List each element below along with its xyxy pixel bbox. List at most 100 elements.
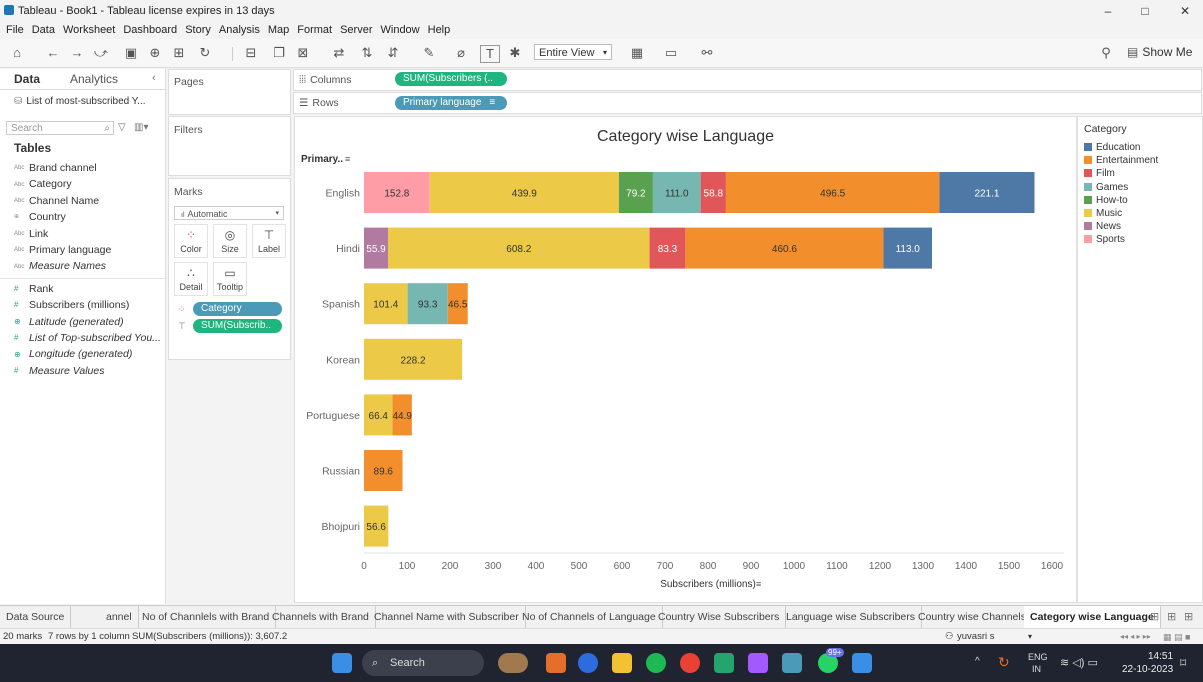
chevron-down-icon[interactable]: ▾: [1028, 629, 1032, 645]
field-list-of-top-subscribed-you-[interactable]: # List of Top-subscribed You...: [14, 330, 161, 346]
forward-arrow-icon[interactable]: →: [68, 45, 86, 61]
pin-icon[interactable]: ✱: [506, 45, 524, 61]
filter-icon[interactable]: ▽: [118, 122, 126, 133]
menu-item-analysis[interactable]: Analysis: [219, 24, 260, 36]
columns-pill[interactable]: SUM(Subscribers (..: [395, 72, 507, 86]
redo-icon[interactable]: ⤻: [92, 45, 110, 61]
user-name[interactable]: yuvasri s: [957, 629, 994, 645]
field-longitude-generated-[interactable]: ⊕ Longitude (generated): [14, 346, 132, 362]
wifi-volume-battery-icons[interactable]: ≋ ◁) ▭: [1060, 656, 1098, 669]
app-icon[interactable]: [546, 653, 566, 673]
menu-item-story[interactable]: Story: [185, 24, 211, 36]
spotify-icon[interactable]: [646, 653, 666, 673]
sheet-tab-category-wise-language[interactable]: Category wise Language: [1024, 606, 1161, 628]
legend-item-music[interactable]: Music: [1084, 207, 1122, 220]
sheet-tab-no-of-channlels-with-brand[interactable]: No of Channlels with Brand: [136, 606, 277, 628]
new-story-tab-icon[interactable]: ⊞: [1184, 610, 1193, 623]
sync-icon[interactable]: ↻: [998, 654, 1010, 671]
figma-icon[interactable]: [748, 653, 768, 673]
sort-ascending-icon[interactable]: ⇅: [358, 45, 376, 61]
mark-type-select[interactable]: ıl Automatic ▾: [174, 206, 284, 220]
menu-item-worksheet[interactable]: Worksheet: [63, 24, 115, 36]
sheet-tab-country-wise-subscribers[interactable]: Country Wise Subscribers: [652, 606, 787, 628]
legend-item-education[interactable]: Education: [1084, 141, 1140, 154]
legend-item-entertainment[interactable]: Entertainment: [1084, 154, 1158, 167]
filters-shelf[interactable]: Filters: [168, 116, 291, 176]
refresh-icon[interactable]: ↻: [196, 45, 214, 61]
sheet-tab-channels-with-brand[interactable]: Channels with Brand: [266, 606, 376, 628]
tableau-taskbar-icon[interactable]: [782, 653, 802, 673]
sort-descending-icon[interactable]: ⇵: [384, 45, 402, 61]
maximize-button[interactable]: □: [1130, 2, 1160, 20]
fit-select[interactable]: Entire View ▾: [534, 44, 612, 60]
sheet-tab-channel-name-with-subscriber[interactable]: Channel Name with Subscriber: [368, 606, 526, 628]
swap-icon[interactable]: ⇄: [330, 45, 348, 61]
field-latitude-generated-[interactable]: ⊕ Latitude (generated): [14, 314, 124, 330]
sheet-tab-no-of-channels-of-language[interactable]: No of Channels of Language: [516, 606, 663, 628]
file-explorer-icon[interactable]: [612, 653, 632, 673]
presentation-icon[interactable]: ▭: [662, 45, 680, 61]
weather-widget-icon[interactable]: [498, 653, 528, 673]
new-datasource-icon[interactable]: ⊕: [146, 45, 164, 61]
grid-view-icon[interactable]: ▦ ▤ ■: [1163, 629, 1190, 645]
language-ENG[interactable]: ENG: [1028, 652, 1048, 662]
share-icon[interactable]: ⚯: [698, 45, 716, 61]
taskbar-search[interactable]: ⌕ Search: [362, 650, 484, 676]
field-channel-name[interactable]: Abc Channel Name: [14, 193, 99, 209]
search-input[interactable]: Search ⌕: [6, 121, 114, 135]
group-icon[interactable]: ⌀: [452, 45, 470, 61]
pages-shelf[interactable]: Pages: [168, 69, 291, 115]
sheet-tab-language-wise-subscribers[interactable]: Language wise Subscribers: [780, 606, 922, 628]
pin-panel-icon[interactable]: ⚲: [1097, 45, 1115, 61]
new-dashboard-tab-icon[interactable]: ⊞: [1167, 610, 1176, 623]
new-worksheet-icon[interactable]: ⊟: [242, 45, 260, 61]
collapse-chevron-icon[interactable]: ‹: [152, 72, 156, 84]
field-country[interactable]: ⊕ Country: [14, 209, 66, 225]
zoom-icon[interactable]: [578, 653, 598, 673]
tab-navigation-icon[interactable]: ◂◂ ◂ ▸ ▸▸: [1120, 629, 1151, 645]
view-options-icon[interactable]: ▥▾: [134, 122, 148, 133]
chrome-icon[interactable]: [680, 653, 700, 673]
new-worksheet-tab-icon[interactable]: ⊞: [1150, 610, 1159, 623]
labels-icon[interactable]: T: [480, 45, 500, 63]
field-brand-channel[interactable]: Abc Brand channel: [14, 160, 97, 176]
highlight-icon[interactable]: ✎: [420, 45, 438, 61]
home-icon[interactable]: ⌂: [8, 45, 26, 61]
save-icon[interactable]: ▣: [122, 45, 140, 61]
language-IN[interactable]: IN: [1032, 664, 1041, 674]
field-primary-language[interactable]: Abc Primary language: [14, 242, 111, 258]
columns-shelf[interactable]: ⦙⦙⦙ Columns SUM(Subscribers (..: [293, 69, 1202, 91]
show-cards-icon[interactable]: ▦: [628, 45, 646, 61]
field-rank[interactable]: # Rank: [14, 281, 54, 297]
menu-item-file[interactable]: File: [6, 24, 24, 36]
field-link[interactable]: Abc Link: [14, 226, 48, 242]
notification-icon[interactable]: ⌑: [1180, 656, 1186, 670]
notepad-icon[interactable]: [852, 653, 872, 673]
sum-subscribers-pill[interactable]: SUM(Subscrib..: [193, 319, 282, 333]
size-button[interactable]: ◎ Size: [213, 224, 247, 258]
legend-item-how-to[interactable]: How-to: [1084, 194, 1128, 207]
category-pill[interactable]: Category: [193, 302, 282, 316]
tooltip-button[interactable]: ▭ Tooltip: [213, 262, 247, 296]
menu-item-server[interactable]: Server: [340, 24, 372, 36]
tab-data[interactable]: Data: [14, 69, 40, 89]
rows-shelf[interactable]: ☰ Rows Primary language ≡: [293, 92, 1202, 114]
field-category[interactable]: Abc Category: [14, 176, 72, 192]
menu-item-data[interactable]: Data: [32, 24, 55, 36]
duplicate-icon[interactable]: ❐: [270, 45, 288, 61]
pause-updates-icon[interactable]: ⊞: [170, 45, 188, 61]
label-button[interactable]: ⊤ Label: [252, 224, 286, 258]
minimize-button[interactable]: –: [1093, 2, 1123, 20]
sheet-tab-annel[interactable]: annel: [100, 606, 139, 628]
show-me-button[interactable]: ▤ Show Me: [1127, 45, 1192, 59]
app-icon[interactable]: [714, 653, 734, 673]
datasource-name[interactable]: ⛁ List of most-subscribed Y...: [14, 96, 146, 107]
legend-item-news[interactable]: News: [1084, 220, 1121, 233]
menu-item-dashboard[interactable]: Dashboard: [123, 24, 177, 36]
sheet-tab-data-source[interactable]: Data Source: [0, 606, 72, 628]
menu-item-help[interactable]: Help: [428, 24, 451, 36]
legend-item-film[interactable]: Film: [1084, 167, 1115, 180]
legend-item-sports[interactable]: Sports: [1084, 233, 1125, 246]
field-measure-names[interactable]: Abc Measure Names: [14, 258, 106, 274]
field-measure-values[interactable]: # Measure Values: [14, 363, 104, 379]
